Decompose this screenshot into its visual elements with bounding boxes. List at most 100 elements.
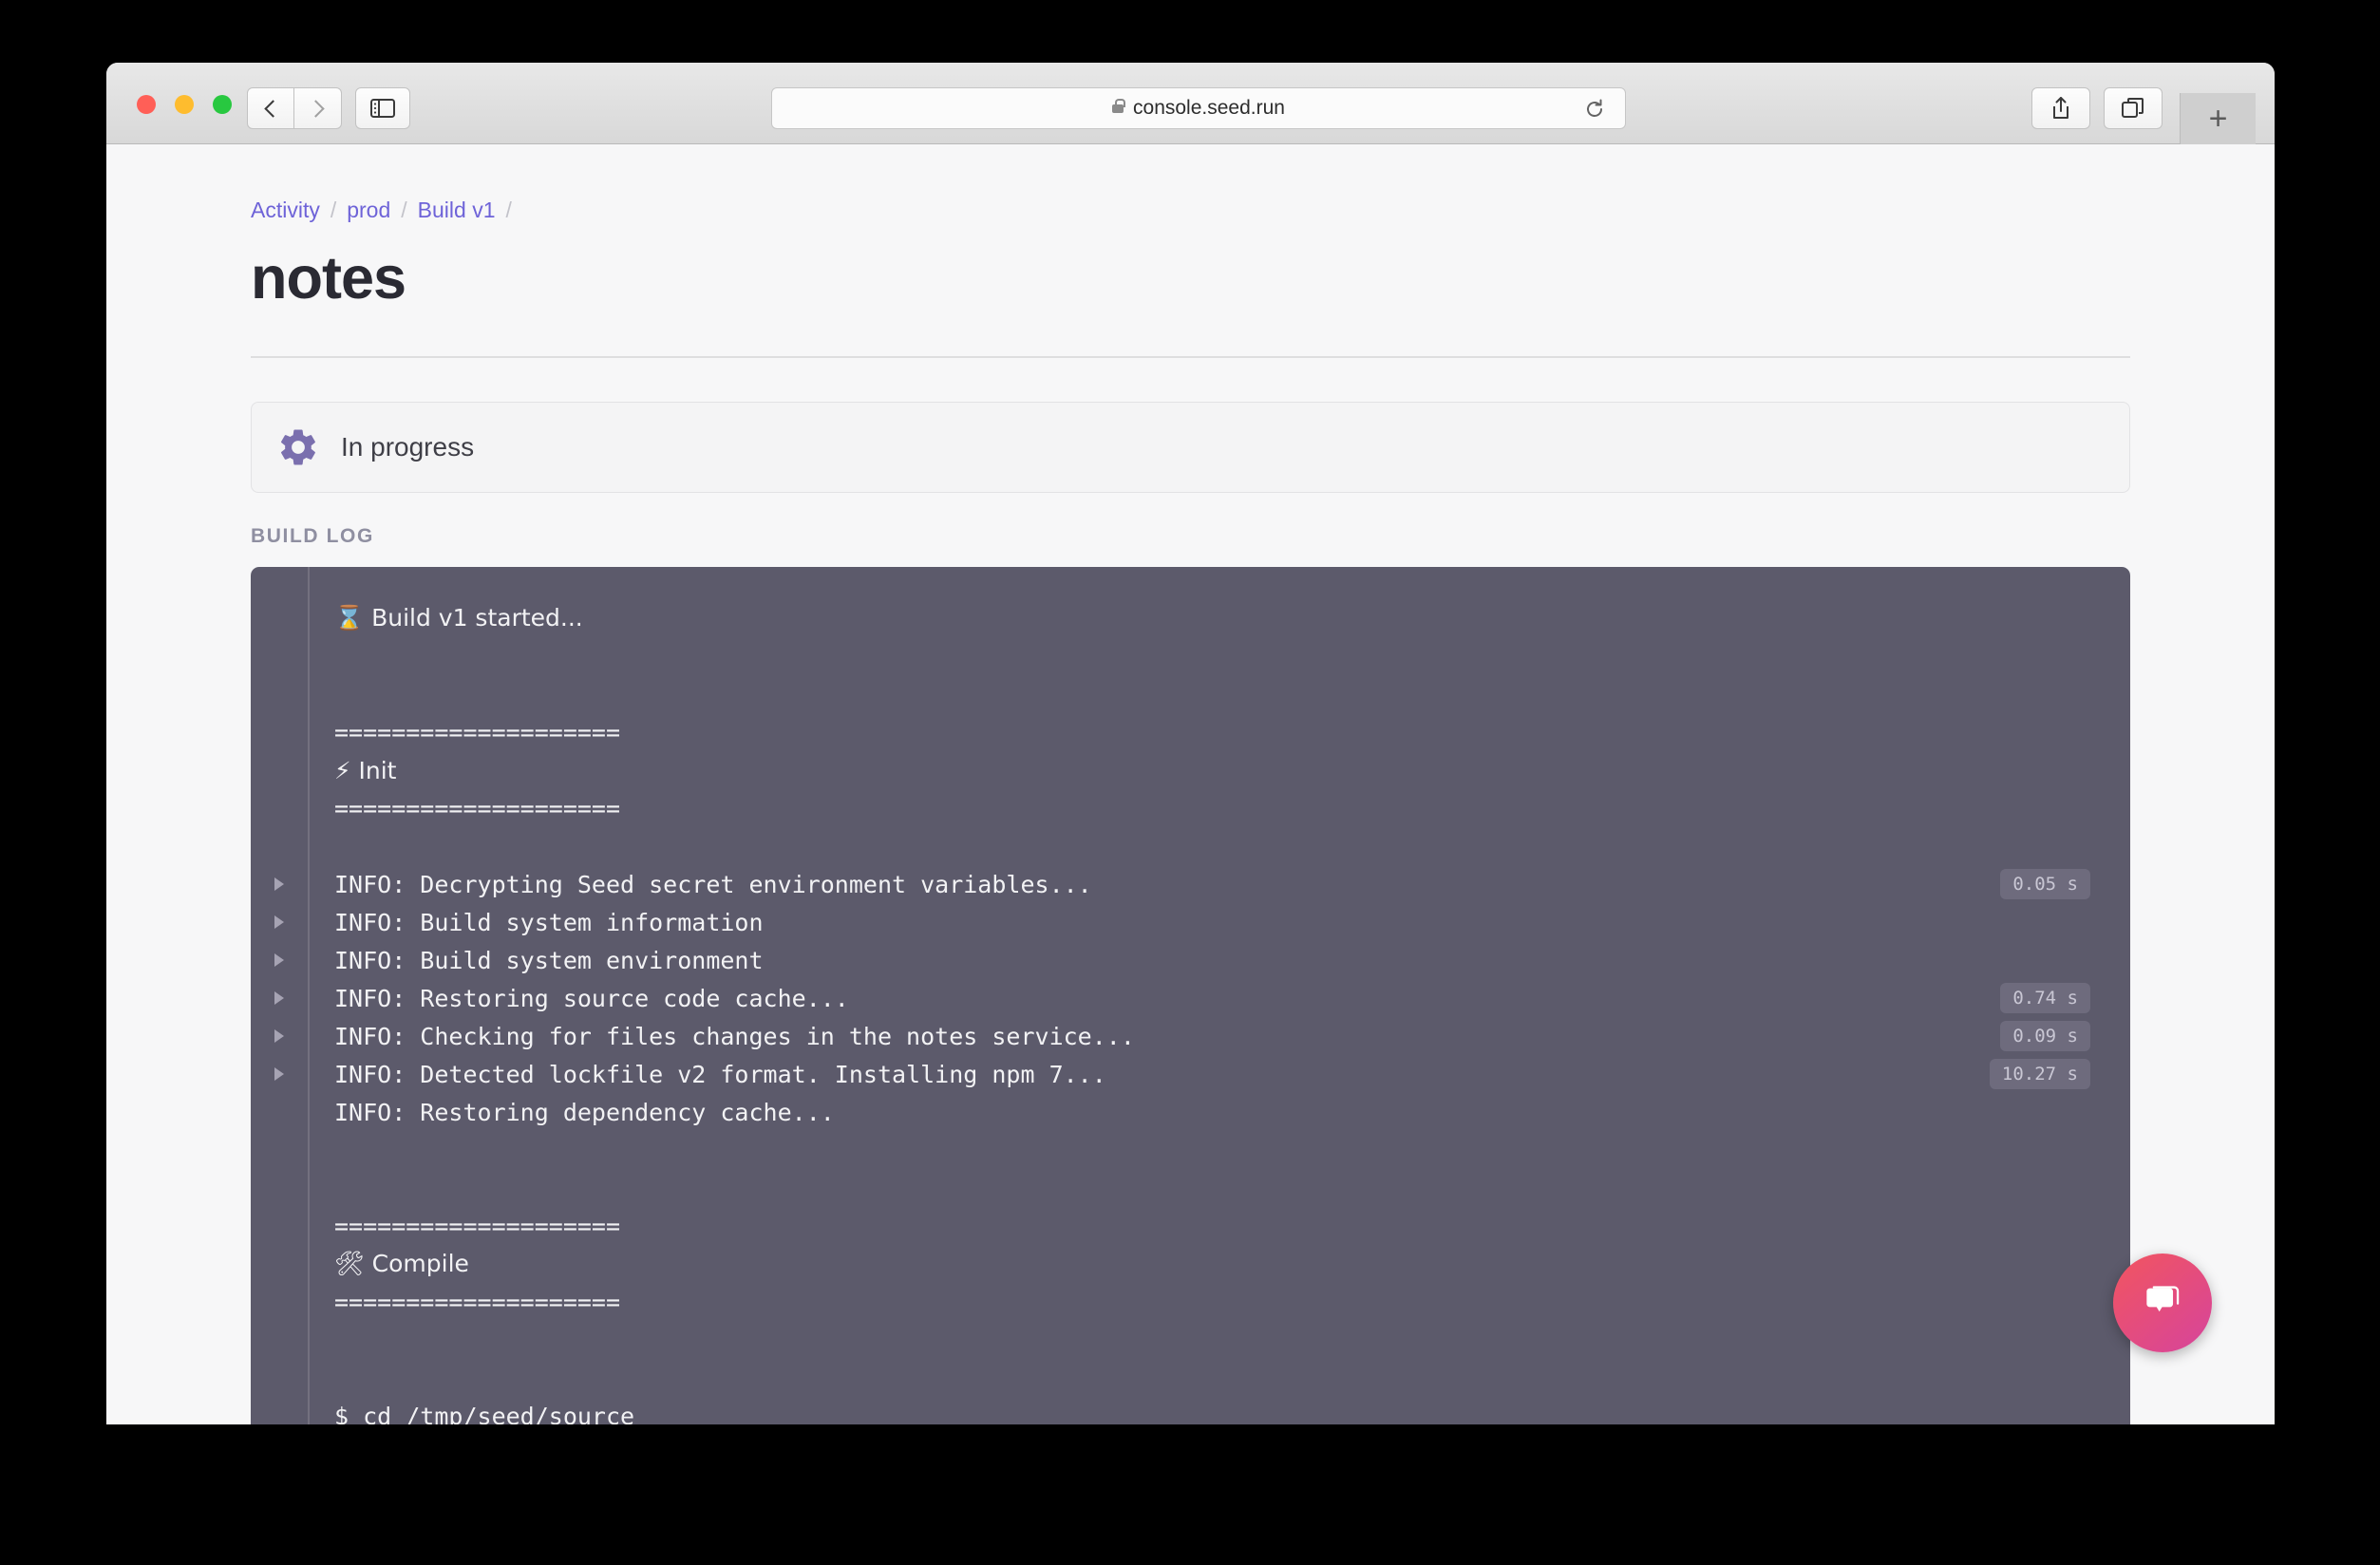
- log-expand-toggle[interactable]: [251, 979, 308, 1017]
- chevron-right-icon: [274, 1029, 284, 1043]
- log-line: ====================: [310, 1283, 2130, 1321]
- reload-icon: [1587, 99, 1602, 117]
- breadcrumb-item-activity[interactable]: Activity: [251, 198, 320, 223]
- window-controls: [137, 95, 232, 114]
- log-gutter-cell: [251, 827, 308, 865]
- breadcrumb-item-prod[interactable]: prod: [347, 198, 390, 223]
- log-duration-badge: 0.74 s: [2000, 983, 2090, 1013]
- chevron-left-icon: [264, 99, 282, 118]
- log-line: ====================: [310, 1207, 2130, 1245]
- log-gutter-cell: [251, 1359, 308, 1397]
- log-line-text: INFO: Decrypting Seed secret environment…: [334, 870, 1092, 898]
- browser-toolbar: console.seed.run +: [106, 63, 2275, 144]
- log-gutter: [251, 567, 310, 1424]
- log-gutter-cell: [251, 675, 308, 713]
- log-line: INFO: Build system environment: [310, 941, 2130, 979]
- page-title: notes: [251, 245, 406, 311]
- build-log-label: BUILD LOG: [251, 525, 374, 547]
- log-gutter-cell: [251, 599, 308, 637]
- log-line: ====================: [310, 789, 2130, 827]
- log-line-text: 🛠 Compile: [334, 1250, 469, 1277]
- new-tab-button[interactable]: +: [2180, 93, 2256, 144]
- log-duration-badge: 10.27 s: [1989, 1059, 2090, 1089]
- log-line: ⚡ Init: [310, 751, 2130, 789]
- log-line: ====================: [310, 713, 2130, 751]
- log-gutter-cell: [251, 1169, 308, 1207]
- chevron-right-icon: [306, 99, 325, 118]
- log-gutter-cell: [251, 713, 308, 751]
- log-line-text: $ cd /tmp/seed/source: [334, 1402, 635, 1425]
- log-expand-toggle[interactable]: [251, 941, 308, 979]
- log-gutter-cell: [251, 1283, 308, 1321]
- status-text: In progress: [341, 432, 475, 462]
- navigation-buttons: [247, 87, 342, 129]
- log-expand-toggle[interactable]: [251, 1017, 308, 1055]
- chevron-right-icon: [274, 877, 284, 891]
- breadcrumb-separator: /: [505, 198, 512, 222]
- build-log-panel[interactable]: ⌛ Build v1 started... ===================…: [251, 567, 2130, 1424]
- log-line-text: ====================: [334, 794, 621, 822]
- log-duration-badge: 0.05 s: [2000, 869, 2090, 899]
- log-line: $ cd /tmp/seed/source: [310, 1397, 2130, 1425]
- log-line-text: ⌛ Build v1 started...: [334, 604, 583, 632]
- address-bar[interactable]: console.seed.run: [771, 87, 1626, 129]
- log-gutter-cell: [251, 1207, 308, 1245]
- log-line: 🛠 Compile: [310, 1245, 2130, 1283]
- log-line-text: INFO: Build system information: [334, 908, 764, 936]
- page-content: Activity / prod / Build v1 / notes In pr…: [106, 144, 2275, 1424]
- tab-overview-button[interactable]: [2104, 87, 2163, 129]
- log-expand-toggle[interactable]: [251, 903, 308, 941]
- log-line-text: INFO: Restoring source code cache...: [334, 984, 849, 1012]
- close-window-button[interactable]: [137, 95, 156, 114]
- url-text: console.seed.run: [1133, 97, 1285, 119]
- forward-button[interactable]: [294, 87, 342, 129]
- log-gutter-cell: [251, 1321, 308, 1359]
- minimize-window-button[interactable]: [175, 95, 194, 114]
- share-button[interactable]: [2031, 87, 2090, 129]
- log-gutter-cell: [251, 1131, 308, 1169]
- browser-window: console.seed.run + Activity / prod / Bui…: [106, 63, 2275, 1424]
- title-divider: [251, 356, 2130, 358]
- toolbar-right-actions: [2031, 87, 2163, 129]
- log-line: INFO: Detected lockfile v2 format. Insta…: [310, 1055, 2130, 1093]
- log-line-text: ====================: [334, 1288, 621, 1316]
- chat-widget-button[interactable]: [2113, 1254, 2212, 1352]
- log-gutter-cell: [251, 1245, 308, 1283]
- breadcrumb: Activity / prod / Build v1 /: [251, 144, 2130, 223]
- log-expand-toggle[interactable]: [251, 865, 308, 903]
- log-line: ⌛ Build v1 started...: [310, 599, 2130, 637]
- log-lines: ⌛ Build v1 started... ===================…: [310, 567, 2130, 1424]
- reload-button[interactable]: [1583, 98, 1606, 126]
- share-icon: [2053, 97, 2068, 119]
- back-button[interactable]: [247, 87, 294, 129]
- log-gutter-cell: [251, 637, 308, 675]
- log-gutter-cell: [251, 789, 308, 827]
- log-gutter-cell: [251, 751, 308, 789]
- log-gutter-cell: [251, 1397, 308, 1424]
- log-expand-toggle[interactable]: [251, 1055, 308, 1093]
- maximize-window-button[interactable]: [213, 95, 232, 114]
- sidebar-icon: [370, 99, 395, 118]
- log-line: INFO: Build system information: [310, 903, 2130, 941]
- log-line: INFO: Decrypting Seed secret environment…: [310, 865, 2130, 903]
- log-gutter-cell: [251, 1093, 308, 1131]
- log-line-text: ====================: [334, 1212, 621, 1240]
- chat-bubble-icon: [2146, 1286, 2180, 1312]
- sidebar-toggle-button[interactable]: [355, 87, 410, 129]
- tabs-icon: [2122, 98, 2144, 118]
- status-banner: In progress: [251, 402, 2130, 493]
- chevron-right-icon: [274, 915, 284, 929]
- log-line-text: INFO: Restoring dependency cache...: [334, 1098, 835, 1126]
- breadcrumb-separator: /: [330, 198, 337, 222]
- log-line: INFO: Restoring source code cache... 0.74…: [310, 979, 2130, 1017]
- breadcrumb-separator: /: [401, 198, 407, 222]
- breadcrumb-item-build[interactable]: Build v1: [418, 198, 496, 223]
- lock-icon: [1112, 98, 1125, 113]
- gear-icon: [280, 429, 315, 465]
